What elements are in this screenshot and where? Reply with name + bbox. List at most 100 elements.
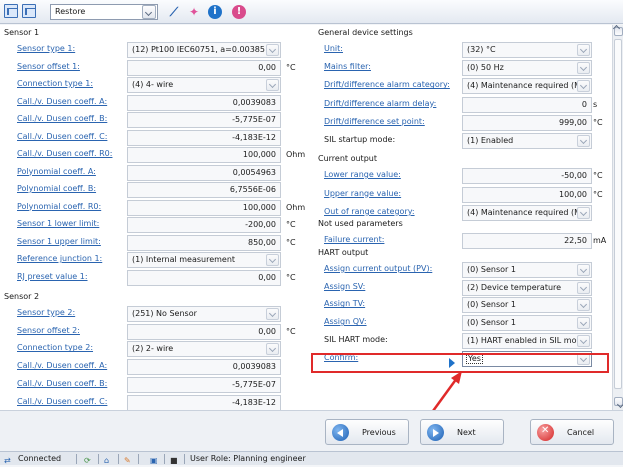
param-number-field[interactable]: 0,00 <box>127 59 281 76</box>
param-number-field[interactable]: -5,775E-07 <box>127 376 281 393</box>
table-icon[interactable] <box>22 4 36 18</box>
param-dropdown[interactable]: (12) Pt100 IEC60751, a=0.00385 (1) <box>127 42 281 58</box>
param-label[interactable]: Reference junction 1: <box>17 254 102 263</box>
param-number-field[interactable]: 0,0054963 <box>127 164 281 181</box>
param-number-field[interactable]: -50,00 <box>462 168 592 184</box>
param-number-field[interactable]: 0,0039083 <box>127 359 281 376</box>
param-label[interactable]: Upper range value: <box>324 189 401 198</box>
ruler-icon[interactable]: ⟋ <box>166 4 182 20</box>
param-label[interactable]: Sensor offset 1: <box>17 62 80 71</box>
param-label[interactable]: Call./v. Dusen coeff. C: <box>17 397 107 406</box>
chevron-down-icon[interactable] <box>577 62 590 75</box>
param-label[interactable]: Sensor offset 2: <box>17 326 80 335</box>
save-icon[interactable]: ▣ <box>150 454 160 465</box>
param-dropdown[interactable]: (4) Maintenance required (M) <box>462 205 592 221</box>
param-label[interactable]: Call./v. Dusen coeff. B: <box>17 114 107 123</box>
param-label[interactable]: Drift/difference alarm delay: <box>324 99 436 108</box>
param-label[interactable]: Mains filter: <box>324 62 371 71</box>
param-dropdown[interactable]: (251) No Sensor <box>127 306 281 322</box>
param-number-field[interactable]: 100,000 <box>127 199 281 216</box>
param-label[interactable]: Polynomial coeff. B: <box>17 184 96 193</box>
param-label[interactable]: Assign TV: <box>324 299 365 308</box>
param-label[interactable]: Assign SV: <box>324 282 365 291</box>
param-number-field[interactable]: 100,00 <box>462 186 592 203</box>
param-dropdown[interactable]: (0) 50 Hz <box>462 60 592 77</box>
param-label[interactable]: Assign QV: <box>324 317 367 326</box>
next-button[interactable]: Next <box>420 419 504 445</box>
param-label[interactable]: Call./v. Dusen coeff. C: <box>17 132 107 141</box>
param-label[interactable]: Lower range value: <box>324 170 401 179</box>
param-label[interactable]: Connection type 2: <box>17 343 93 352</box>
param-label[interactable]: Call./v. Dusen coeff. R0: <box>17 149 112 158</box>
param-number-field[interactable]: 0,00 <box>127 323 281 340</box>
param-label[interactable]: Sensor type 2: <box>17 308 75 317</box>
scroll-up-icon[interactable] <box>614 27 623 36</box>
chevron-down-icon[interactable] <box>577 264 590 276</box>
param-number-field[interactable]: -200,00 <box>127 217 281 233</box>
arrow-icon[interactable]: ✦ <box>186 4 202 20</box>
cancel-button[interactable]: Cancel <box>530 419 614 445</box>
chevron-down-icon[interactable] <box>577 317 590 330</box>
chevron-down-icon[interactable] <box>577 334 590 347</box>
device-icon[interactable]: ⌂ <box>104 454 114 465</box>
param-label[interactable]: Drift/difference alarm category: <box>324 80 450 89</box>
param-dropdown[interactable]: (1) HART enabled in SIL mode <box>462 332 592 349</box>
param-number-field[interactable]: 6,7556E-06 <box>127 182 281 198</box>
param-label[interactable]: Call./v. Dusen coeff. B: <box>17 379 107 388</box>
param-number-field[interactable]: 850,00 <box>127 234 281 251</box>
param-number-field[interactable]: 22,50 <box>462 233 592 249</box>
param-number-field[interactable]: 100,000 <box>127 147 281 163</box>
param-number-field[interactable]: 999,00 <box>462 114 592 131</box>
chevron-down-icon[interactable] <box>577 281 590 294</box>
view-select-dropdown-button[interactable] <box>142 5 156 19</box>
param-label[interactable]: Failure current: <box>324 235 384 244</box>
chevron-down-icon[interactable] <box>266 79 279 91</box>
document-icon[interactable]: ■ <box>170 454 180 465</box>
help-icon[interactable]: i <box>208 5 222 19</box>
param-label[interactable]: Drift/difference set point: <box>324 117 425 126</box>
param-dropdown[interactable]: (1) Internal measurement <box>127 252 281 268</box>
vertical-scrollbar[interactable] <box>612 25 623 410</box>
param-label[interactable]: Sensor 1 upper limit: <box>17 237 101 246</box>
param-dropdown[interactable]: (2) 2- wire <box>127 341 281 358</box>
param-dropdown[interactable]: (1) Enabled <box>462 133 592 149</box>
sync-icon[interactable]: ⟳ <box>84 454 94 465</box>
previous-button[interactable]: Previous <box>325 419 409 445</box>
param-label[interactable]: Out of range category: <box>324 207 415 216</box>
chevron-down-icon[interactable] <box>266 254 279 266</box>
chevron-down-icon[interactable] <box>266 343 279 356</box>
param-label[interactable]: Connection type 1: <box>17 79 93 88</box>
param-label[interactable]: Polynomial coeff. R0: <box>17 202 101 211</box>
param-dropdown[interactable]: (4) 4- wire <box>127 77 281 93</box>
param-label[interactable]: Call./v. Dusen coeff. A: <box>17 97 107 106</box>
chevron-down-icon[interactable] <box>266 308 279 320</box>
chevron-down-icon[interactable] <box>577 44 590 56</box>
grid-icon[interactable] <box>4 4 18 18</box>
param-label[interactable]: Sensor 1 lower limit: <box>17 219 99 228</box>
param-dropdown[interactable]: (2) Device temperature <box>462 279 592 296</box>
param-dropdown[interactable]: (0) Sensor 1 <box>462 297 592 314</box>
chevron-down-icon[interactable] <box>577 207 590 219</box>
param-number-field[interactable]: 0,0039083 <box>127 94 281 111</box>
param-number-field[interactable]: -5,775E-07 <box>127 112 281 128</box>
chevron-down-icon[interactable] <box>577 299 590 312</box>
param-dropdown[interactable]: (4) Maintenance required (M) <box>462 78 592 95</box>
param-number-field[interactable]: -4,183E-12 <box>127 394 281 410</box>
scroll-thumb[interactable] <box>614 39 622 389</box>
param-dropdown[interactable]: (0) Sensor 1 <box>462 315 592 332</box>
scroll-down-icon[interactable] <box>614 397 623 406</box>
stop-icon[interactable]: ! <box>232 5 246 19</box>
param-label[interactable]: Sensor type 1: <box>17 44 75 53</box>
param-dropdown[interactable]: (0) Sensor 1 <box>462 262 592 278</box>
chevron-down-icon[interactable] <box>266 44 279 56</box>
param-label[interactable]: Assign current output (PV): <box>324 264 432 273</box>
chevron-down-icon[interactable] <box>577 135 590 147</box>
param-label[interactable]: Polynomial coeff. A: <box>17 167 96 176</box>
edit-icon[interactable]: ✎ <box>124 454 134 465</box>
param-number-field[interactable]: 0,00 <box>127 269 281 286</box>
param-label[interactable]: RJ preset value 1: <box>17 272 88 281</box>
chevron-down-icon[interactable] <box>577 80 590 93</box>
param-label[interactable]: Call./v. Dusen coeff. A: <box>17 361 107 370</box>
param-label[interactable]: Unit: <box>324 44 343 53</box>
param-dropdown[interactable]: (32) °C <box>462 42 592 58</box>
